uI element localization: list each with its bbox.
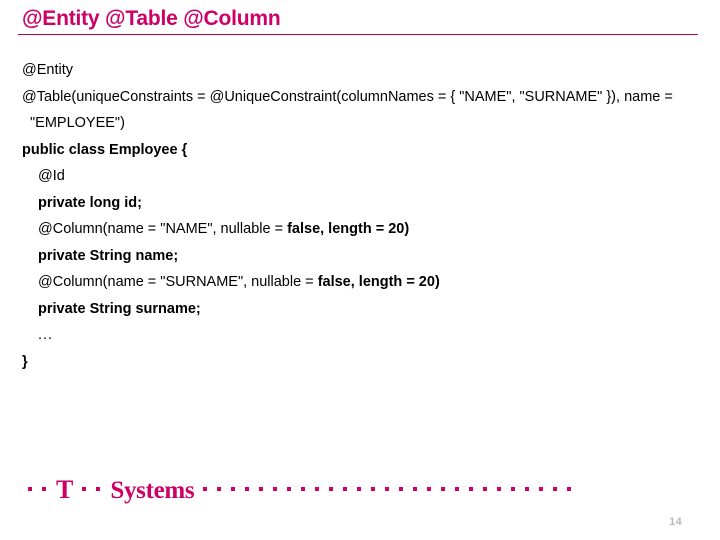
logo-trail-dot: [231, 487, 236, 491]
logo-trail-dot: [427, 487, 432, 491]
logo-trail-dot: [413, 487, 418, 491]
logo-trail-dot: [273, 487, 278, 491]
logo-trail-dot: [371, 487, 376, 491]
line-column-surname-seg-1: false, length = 20): [317, 274, 440, 290]
line-id-annotation-seg-0: @Id: [38, 168, 65, 184]
line-table-seg-0: @Table(uniqueConstraints = @UniqueConstr…: [22, 88, 673, 132]
logo-trail-dot: [357, 487, 362, 491]
telekom-t-mark: T: [56, 475, 74, 504]
line-column-surname-seg-0: @Column(name = "SURNAME", nullable =: [38, 274, 318, 290]
footer: T Systems: [0, 472, 720, 506]
line-entity-seg-0: @Entity: [22, 62, 73, 78]
page-title: @Entity @Table @Column: [22, 7, 281, 30]
logo-trail-dot: [315, 487, 320, 491]
logo-trail-dot: [511, 487, 516, 491]
logo-lead-dot: [28, 487, 32, 491]
line-surname-field-seg-0: private String surname;: [38, 300, 201, 317]
logo-trail-dot: [301, 487, 306, 491]
logo-trail-dot: [455, 487, 460, 491]
logo-trail-dot: [539, 487, 544, 491]
code-block: @Entity @Table(uniqueConstraints = @Uniqu…: [22, 57, 690, 375]
logo-trail-dot: [469, 487, 474, 491]
logo-trail-dot: [259, 487, 264, 491]
page-number: 14: [669, 516, 682, 528]
line-ellipsis: ...: [22, 322, 690, 349]
logo-trail-dot: [329, 487, 334, 491]
line-column-name-seg-1: false, length = 20): [287, 221, 410, 237]
line-id-field-seg-0: private long id;: [38, 194, 142, 211]
line-column-name: @Column(name = "NAME", nullable = false,…: [22, 216, 690, 243]
slide: @Entity @Table @Column @Entity @Table(uni…: [0, 0, 720, 540]
logo-trail-dot: [441, 487, 446, 491]
line-column-name-seg-0: @Column(name = "NAME", nullable =: [38, 221, 288, 237]
line-close-brace-seg-0: }: [22, 353, 28, 370]
logo-trailing-dots: [203, 487, 581, 491]
logo-trail-dot: [385, 487, 390, 491]
logo-trail-dot: [497, 487, 502, 491]
logo-trail-dot: [217, 487, 222, 491]
line-close-brace: }: [22, 349, 690, 376]
line-table: @Table(uniqueConstraints = @UniqueConstr…: [22, 84, 690, 137]
line-name-field: private String name;: [22, 243, 690, 270]
line-ellipsis-seg-0: ...: [38, 327, 54, 343]
logo-trail-dot: [343, 487, 348, 491]
logo-lead-dot: [42, 487, 46, 491]
logo-trail-dot: [245, 487, 250, 491]
title-divider: [18, 34, 698, 35]
line-class: public class Employee {: [22, 137, 690, 164]
logo-trail-dot: [287, 487, 292, 491]
logo-trail-dot: [567, 487, 572, 491]
logo-trail-dot: [399, 487, 404, 491]
logo-wordmark: Systems: [110, 476, 195, 504]
t-systems-logo: T Systems: [28, 472, 581, 506]
logo-trail-dot: [203, 487, 208, 491]
line-id-annotation: @Id: [22, 163, 690, 190]
line-class-seg-0: public class Employee {: [22, 141, 188, 158]
title-block: @Entity @Table @Column: [18, 6, 700, 35]
logo-mid-dot: [96, 487, 101, 491]
line-surname-field: private String surname;: [22, 296, 690, 323]
line-column-surname: @Column(name = "SURNAME", nullable = fal…: [22, 269, 690, 296]
line-name-field-seg-0: private String name;: [38, 247, 179, 264]
line-entity: @Entity: [22, 57, 690, 84]
line-id-field: private long id;: [22, 190, 690, 217]
logo-trail-dot: [483, 487, 488, 491]
logo-trail-dot: [525, 487, 530, 491]
logo-mid-dot: [82, 487, 87, 491]
logo-trail-dot: [553, 487, 558, 491]
